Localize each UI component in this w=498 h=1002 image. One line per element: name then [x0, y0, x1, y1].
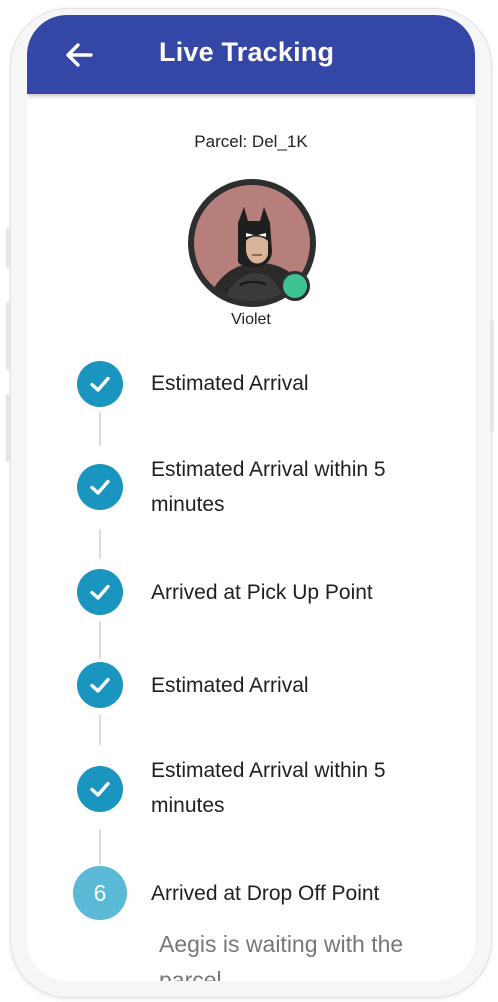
step-6-label: Arrived at Drop Off Point	[151, 882, 380, 905]
step-connector	[99, 529, 101, 559]
step-4-check-icon	[77, 662, 123, 708]
mute-switch	[6, 228, 10, 268]
courier-name: Violet	[231, 311, 271, 328]
power-button	[490, 320, 494, 432]
step-4-label: Estimated Arrival	[151, 674, 309, 697]
step-6-badge: 6	[73, 866, 127, 920]
step-1-check-icon	[77, 361, 123, 407]
step-5-label: Estimated Arrival within 5 minutes	[151, 759, 386, 817]
step-3-check-icon	[77, 569, 123, 615]
app-screen: Live Tracking Parcel: Del_1K Violet Esti…	[27, 15, 475, 981]
volume-up-button	[6, 302, 10, 370]
volume-down-button	[6, 394, 10, 462]
step-connector	[99, 621, 101, 659]
step-3-label: Arrived at Pick Up Point	[151, 581, 373, 604]
step-1-label: Estimated Arrival	[151, 372, 309, 395]
avatar[interactable]	[188, 179, 316, 307]
step-connector	[99, 829, 101, 865]
step-connector	[99, 412, 101, 446]
step-6-number: 6	[93, 879, 107, 906]
app-bar: Live Tracking	[27, 15, 475, 94]
step-connector	[99, 715, 101, 745]
parcel-label: Parcel: Del_1K	[194, 132, 308, 151]
arrow-left-icon	[66, 43, 93, 67]
page-title: Live Tracking	[159, 37, 335, 67]
step-5-check-icon	[77, 766, 123, 812]
step-2-check-icon	[77, 464, 123, 510]
step-6-sub-label: Aegis is waiting with the parcel	[159, 931, 404, 981]
online-status-badge	[280, 271, 310, 301]
step-2-label: Estimated Arrival within 5 minutes	[151, 458, 386, 516]
back-button[interactable]	[61, 37, 97, 73]
